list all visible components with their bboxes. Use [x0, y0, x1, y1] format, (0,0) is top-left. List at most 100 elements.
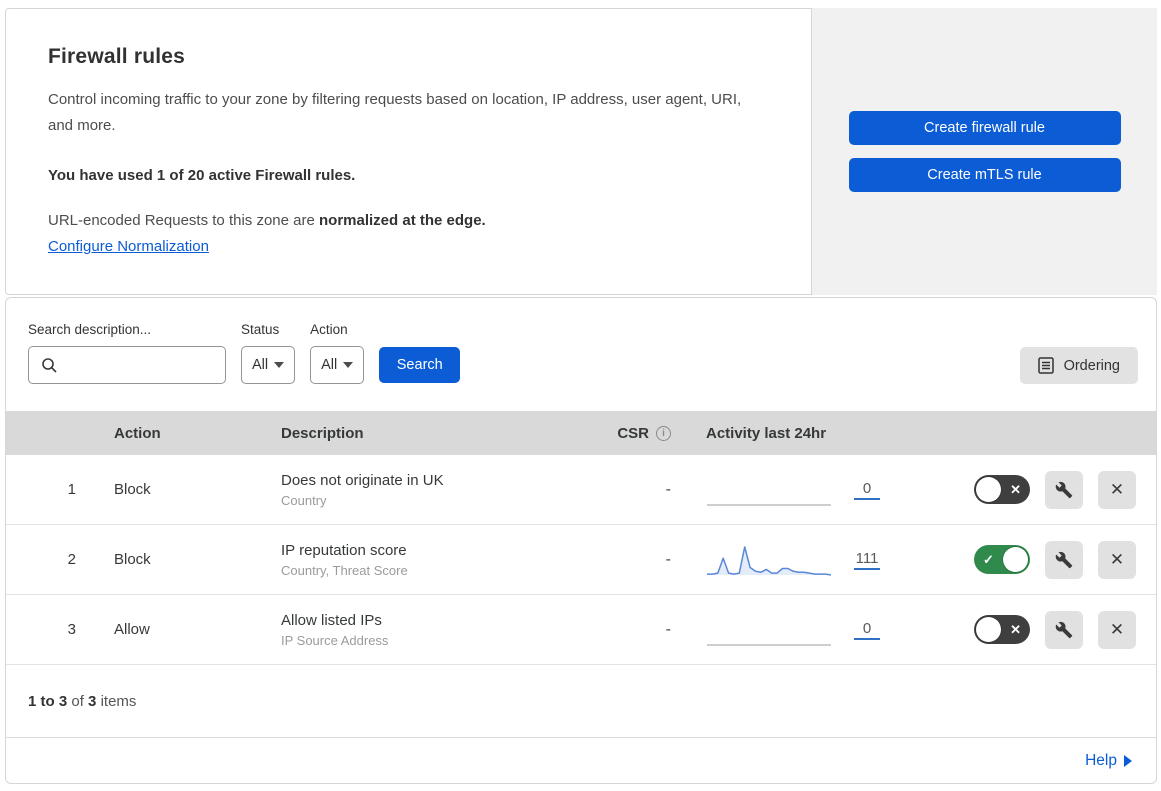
close-icon	[1110, 550, 1124, 570]
items-range: 1 to 3	[28, 692, 68, 710]
usage-summary: You have used 1 of 20 active Firewall ru…	[48, 166, 356, 184]
rule-controls	[921, 540, 1156, 579]
toggle-state-icon	[1010, 475, 1021, 504]
intro-card: Firewall rules Control incoming traffic …	[5, 8, 812, 295]
rule-controls	[921, 610, 1156, 649]
rule-fields: Country	[281, 492, 327, 508]
delete-rule-button[interactable]	[1098, 470, 1136, 509]
search-button[interactable]: Search	[379, 347, 461, 383]
rule-controls	[921, 470, 1156, 509]
edit-rule-button[interactable]	[1045, 540, 1083, 579]
rules-card: Search description... Status All Action …	[5, 297, 1157, 784]
rule-action: Block	[114, 551, 151, 568]
toggle-knob	[976, 617, 1001, 642]
rule-csr: -	[665, 620, 671, 638]
normalization-text: URL-encoded Requests to this zone are no…	[48, 212, 763, 229]
normalization-bold: normalized at the edge.	[319, 211, 486, 229]
wrench-icon	[1055, 621, 1073, 638]
wrench-icon	[1055, 551, 1073, 568]
search-label: Search description...	[28, 322, 152, 337]
column-description: Description	[281, 424, 364, 442]
activity-count-link[interactable]: 0	[854, 480, 880, 500]
items-label: items	[100, 692, 137, 710]
action-label: Action	[310, 322, 348, 337]
help-label: Help	[1085, 751, 1117, 769]
top-section: Firewall rules Control incoming traffic …	[5, 8, 1157, 295]
rule-enabled-toggle[interactable]	[974, 615, 1030, 644]
page-title: Firewall rules	[48, 45, 186, 68]
search-input[interactable]	[28, 346, 226, 384]
pagination-summary: 1 to 3 of 3 items	[6, 665, 1156, 737]
csr-header-label: CSR	[617, 424, 649, 442]
rule-description: Does not originate in UK	[281, 471, 444, 489]
rule-csr: -	[665, 550, 671, 568]
rule-description-cell: IP reputation score Country, Threat Scor…	[281, 542, 606, 578]
ordering-button[interactable]: Ordering	[1019, 347, 1138, 384]
table-row: 1 Block Does not originate in UK Country…	[6, 455, 1156, 525]
column-csr: CSR	[606, 425, 671, 442]
rule-fields: Country, Threat Score	[281, 562, 408, 578]
activity-count-link[interactable]: 0	[854, 620, 880, 640]
rule-activity-cell: 111	[671, 543, 921, 577]
status-selected-value: All	[252, 357, 269, 373]
action-field: Action All	[310, 322, 365, 384]
rule-description: Allow listed IPs	[281, 611, 382, 629]
rule-enabled-toggle[interactable]	[974, 545, 1030, 574]
chevron-down-icon	[343, 362, 354, 368]
status-field: Status All	[241, 322, 296, 384]
edit-rule-button[interactable]	[1045, 610, 1083, 649]
rule-description-cell: Does not originate in UK Country	[281, 472, 606, 508]
rule-action: Block	[114, 481, 151, 498]
rule-csr: -	[665, 480, 671, 498]
create-firewall-rule-button[interactable]: Create firewall rule	[848, 111, 1121, 145]
info-icon[interactable]	[656, 425, 671, 441]
search-field: Search description...	[28, 322, 226, 384]
rule-action: Allow	[114, 621, 150, 638]
action-select[interactable]: All	[310, 346, 365, 384]
ordering-icon	[1037, 357, 1054, 374]
items-total: 3	[88, 692, 97, 710]
toggle-state-icon	[983, 545, 994, 574]
configure-normalization-link[interactable]: Configure Normalization	[48, 238, 209, 255]
edit-rule-button[interactable]	[1045, 470, 1083, 509]
toggle-state-icon	[1010, 615, 1021, 644]
delete-rule-button[interactable]	[1098, 610, 1136, 649]
help-arrow-icon	[1124, 754, 1132, 767]
normalization-prefix: URL-encoded Requests to this zone are	[48, 211, 319, 229]
search-icon	[42, 358, 57, 373]
page-description: Control incoming traffic to your zone by…	[48, 91, 742, 135]
activity-sparkline	[706, 473, 832, 507]
create-mtls-rule-button[interactable]: Create mTLS rule	[848, 158, 1121, 192]
rule-priority: 2	[67, 551, 76, 568]
action-selected-value: All	[321, 357, 338, 373]
help-link[interactable]: Help	[1085, 752, 1132, 770]
table-row: 2 Block IP reputation score Country, Thr…	[6, 525, 1156, 595]
close-icon	[1110, 620, 1124, 640]
wrench-icon	[1055, 481, 1073, 498]
toggle-knob	[1003, 547, 1028, 572]
activity-sparkline	[706, 543, 832, 577]
column-activity: Activity last 24hr	[706, 424, 827, 442]
rule-priority: 3	[67, 621, 76, 638]
filter-bar: Search description... Status All Action …	[6, 298, 1156, 411]
rule-enabled-toggle[interactable]	[974, 475, 1030, 504]
activity-count-link[interactable]: 111	[854, 550, 880, 570]
rule-activity-cell: 0	[671, 473, 921, 507]
rule-description: IP reputation score	[281, 541, 407, 559]
chevron-down-icon	[274, 362, 285, 368]
activity-sparkline	[706, 613, 832, 647]
toggle-knob	[976, 477, 1001, 502]
table-header: Action Description CSR Activity last 24h…	[6, 411, 1156, 455]
help-bar: Help	[6, 737, 1156, 783]
firewall-rules-page: Firewall rules Control incoming traffic …	[0, 0, 1161, 791]
status-label: Status	[241, 322, 280, 337]
rule-activity-cell: 0	[671, 613, 921, 647]
actions-panel: Create firewall rule Create mTLS rule	[812, 8, 1157, 295]
table-row: 3 Allow Allow listed IPs IP Source Addre…	[6, 595, 1156, 665]
delete-rule-button[interactable]	[1098, 540, 1136, 579]
rule-fields: IP Source Address	[281, 632, 389, 648]
status-select[interactable]: All	[241, 346, 296, 384]
rule-priority: 1	[67, 481, 76, 498]
close-icon	[1110, 480, 1124, 500]
of-label: of	[71, 692, 84, 710]
